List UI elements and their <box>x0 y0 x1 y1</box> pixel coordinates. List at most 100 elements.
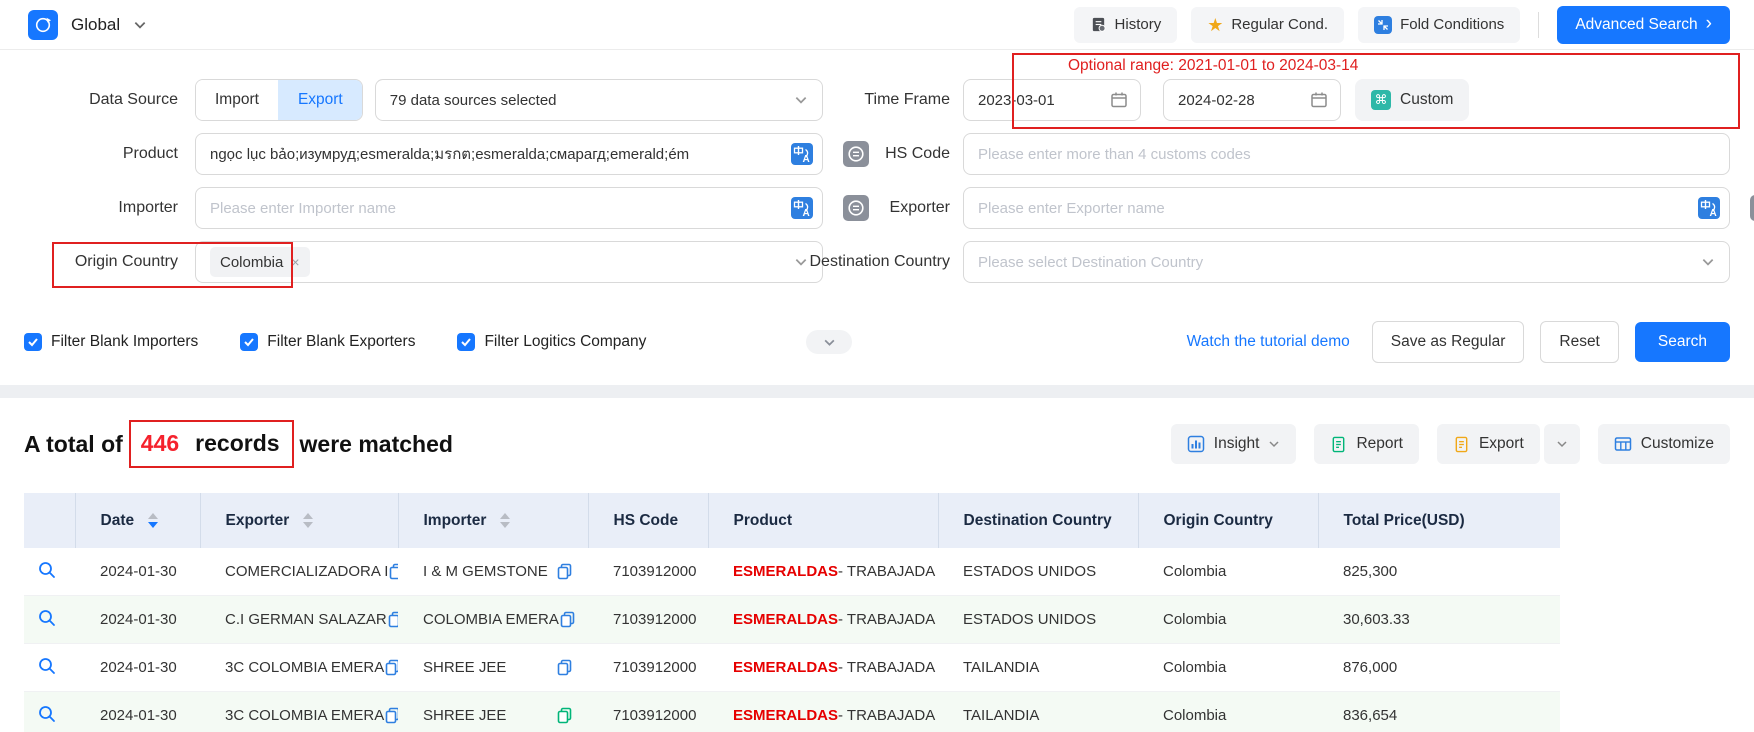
form-actions: Watch the tutorial demo Save as Regular … <box>1187 321 1730 363</box>
row-detail-cell <box>24 644 75 692</box>
command-icon: ⌘ <box>1371 90 1391 110</box>
results-table: DateExporterImporterHS CodeProductDestin… <box>24 493 1560 732</box>
exporter-input[interactable] <box>978 200 1715 217</box>
top-bar: Global History ★ Regular Cond. Fold Cond… <box>0 0 1754 50</box>
hs-code-input[interactable] <box>978 146 1715 163</box>
form-left-column: Data Source Import Export 79 data source… <box>0 50 880 290</box>
results-summary: A total of 446 records were matched <box>24 420 453 468</box>
fold-conditions-button[interactable]: Fold Conditions <box>1358 7 1520 43</box>
filter-blank-importers-checkbox[interactable]: Filter Blank Importers <box>24 333 198 351</box>
insight-icon <box>1187 435 1205 453</box>
checkbox-checked-icon <box>457 333 475 351</box>
search-button[interactable]: Search <box>1635 322 1730 362</box>
custom-range-button[interactable]: ⌘ Custom <box>1355 79 1469 121</box>
search-form: Optional range: 2021-01-01 to 2024-03-14… <box>0 50 1754 385</box>
filter-logistics-company-checkbox[interactable]: Filter Logitics Company <box>457 333 646 351</box>
cell-importer: SHREE JEE <box>398 644 588 692</box>
copy-icon[interactable] <box>556 659 573 676</box>
row-detail-search-icon[interactable] <box>37 656 57 676</box>
importer-name: SHREE JEE <box>423 707 506 724</box>
start-date-picker[interactable]: 2023-03-01 <box>963 79 1141 121</box>
column-header-date[interactable]: Date <box>75 493 200 548</box>
sort-toggle-icon[interactable] <box>500 513 510 528</box>
column-header-product: Product <box>708 493 938 548</box>
exporter-label: Exporter <box>808 199 950 217</box>
column-header-total-price-usd-: Total Price(USD) <box>1318 493 1560 548</box>
copy-icon[interactable] <box>384 707 398 724</box>
summary-prefix: A total of <box>24 431 123 458</box>
copy-icon[interactable] <box>559 611 576 628</box>
report-button[interactable]: Report <box>1314 424 1419 464</box>
copy-icon[interactable] <box>556 707 573 724</box>
column-label: Origin Country <box>1164 512 1273 530</box>
cell-exporter: 3C COLOMBIA EMERA <box>200 644 398 692</box>
column-header-importer[interactable]: Importer <box>398 493 588 548</box>
importer-input[interactable] <box>210 200 808 217</box>
cell-date: 2024-01-30 <box>75 596 200 644</box>
topbar-divider <box>1538 12 1539 38</box>
column-label: Destination Country <box>964 512 1112 530</box>
table-row: 2024-01-303C COLOMBIA EMERASHREE JEE7103… <box>24 644 1560 692</box>
row-detail-cell <box>24 692 75 732</box>
insight-button[interactable]: Insight <box>1171 424 1297 464</box>
dedupe-icon[interactable] <box>1750 195 1754 221</box>
reset-button[interactable]: Reset <box>1540 321 1619 363</box>
data-sources-select[interactable]: 79 data sources selected <box>375 79 823 121</box>
customize-button[interactable]: Customize <box>1598 424 1730 464</box>
history-icon <box>1090 16 1107 33</box>
product-rest: - TRABAJADA <box>838 707 935 724</box>
origin-country-select[interactable]: Colombia × <box>195 241 823 283</box>
export-options-toggle[interactable] <box>1544 424 1580 464</box>
checkbox-label: Filter Blank Exporters <box>267 333 415 351</box>
table-row: 2024-01-303C COLOMBIA EMERASHREE JEE7103… <box>24 692 1560 732</box>
exporter-name: 3C COLOMBIA EMERA <box>225 707 384 724</box>
checkbox-checked-icon <box>24 333 42 351</box>
table-corner-cell <box>24 493 75 548</box>
data-source-label: Data Source <box>0 91 178 109</box>
collapse-filters-toggle[interactable] <box>806 330 852 354</box>
row-detail-cell <box>24 596 75 644</box>
row-detail-search-icon[interactable] <box>37 608 57 628</box>
copy-icon[interactable] <box>384 659 398 676</box>
calendar-icon <box>1110 91 1128 109</box>
region-label: Global <box>71 15 120 35</box>
history-button[interactable]: History <box>1074 7 1178 43</box>
cell-destination-country: ESTADOS UNIDOS <box>938 596 1138 644</box>
copy-icon[interactable] <box>388 563 398 580</box>
advanced-search-label: Advanced Search <box>1575 16 1697 34</box>
product-input[interactable] <box>210 146 808 163</box>
column-header-exporter[interactable]: Exporter <box>200 493 398 548</box>
region-selector[interactable]: Global <box>28 10 147 40</box>
product-rest: - TRABAJADA <box>838 563 935 580</box>
export-button[interactable]: Export <box>1437 424 1540 464</box>
tutorial-link[interactable]: Watch the tutorial demo <box>1187 333 1350 351</box>
chevron-down-icon <box>794 93 808 107</box>
destination-country-select[interactable]: Please select Destination Country <box>963 241 1730 283</box>
row-detail-search-icon[interactable] <box>37 560 57 580</box>
filter-blank-exporters-checkbox[interactable]: Filter Blank Exporters <box>240 333 415 351</box>
origin-country-label: Origin Country <box>0 253 178 271</box>
export-tab[interactable]: Export <box>278 80 362 120</box>
export-label: Export <box>1479 435 1524 453</box>
column-label: Date <box>101 512 135 530</box>
copy-icon[interactable] <box>387 611 398 628</box>
cell-date: 2024-01-30 <box>75 644 200 692</box>
cell-origin-country: Colombia <box>1138 596 1318 644</box>
column-label: Importer <box>424 512 487 530</box>
regular-cond-button[interactable]: ★ Regular Cond. <box>1191 7 1344 43</box>
row-detail-search-icon[interactable] <box>37 704 57 724</box>
star-icon: ★ <box>1207 16 1223 34</box>
copy-icon[interactable] <box>556 563 573 580</box>
translate-icon[interactable]: A <box>1698 197 1720 219</box>
import-tab[interactable]: Import <box>196 80 278 120</box>
remove-tag-icon[interactable]: × <box>291 254 299 270</box>
data-sources-value: 79 data sources selected <box>390 92 557 109</box>
cell-importer: I & M GEMSTONE <box>398 548 588 596</box>
app-screen: Global History ★ Regular Cond. Fold Cond… <box>0 0 1754 732</box>
sort-toggle-icon[interactable] <box>148 513 158 528</box>
save-as-regular-button[interactable]: Save as Regular <box>1372 321 1525 363</box>
end-date-picker[interactable]: 2024-02-28 <box>1163 79 1341 121</box>
importer-label: Importer <box>0 199 178 217</box>
sort-toggle-icon[interactable] <box>303 513 313 528</box>
advanced-search-button[interactable]: Advanced Search › <box>1557 6 1730 44</box>
